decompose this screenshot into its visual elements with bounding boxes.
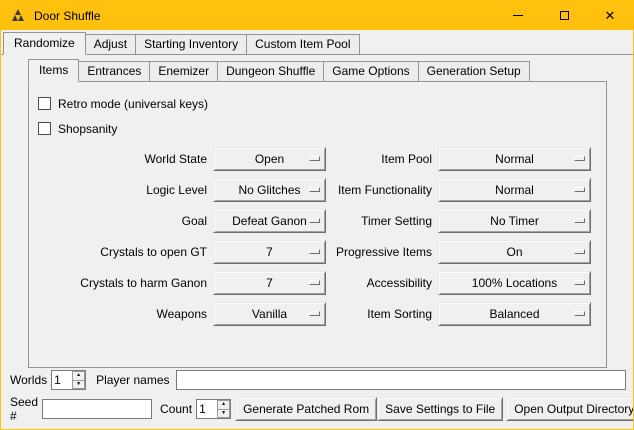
tab-starting-inventory[interactable]: Starting Inventory <box>135 34 247 54</box>
count-spin-up-icon[interactable]: ▲ <box>217 400 230 410</box>
main-tab-bar: Randomize Adjust Starting Inventory Cust… <box>1 32 633 55</box>
count-input[interactable] <box>197 400 217 418</box>
count-spinner: ▲ ▼ <box>196 399 231 419</box>
count-spin-down-icon[interactable]: ▼ <box>217 410 230 419</box>
items-pane: Retro mode (universal keys) Shopsanity W… <box>28 82 607 368</box>
timer-setting-label: Timer Setting <box>332 214 432 228</box>
tab-entrances[interactable]: Entrances <box>78 61 150 81</box>
progressive-items-label: Progressive Items <box>332 245 432 259</box>
generate-patched-rom-button[interactable]: Generate Patched Rom <box>235 397 377 421</box>
close-button[interactable]: ✕ <box>587 1 633 30</box>
weapons-dropdown[interactable]: Vanilla <box>213 302 326 326</box>
goal-label: Goal <box>29 214 207 228</box>
item-functionality-value: Normal <box>495 183 534 197</box>
shopsanity-row: Shopsanity <box>38 116 606 141</box>
crystals-ganon-value: 7 <box>266 276 273 290</box>
app-icon <box>10 8 26 24</box>
progressive-items-dropdown[interactable]: On <box>438 240 591 264</box>
bottom-controls: Worlds ▲ ▼ Player names Seed # Count ▲ ▼ <box>1 370 633 429</box>
dropdown-indicator-icon <box>574 156 585 161</box>
maximize-icon <box>560 11 569 20</box>
save-settings-button[interactable]: Save Settings to File <box>377 397 503 421</box>
item-functionality-label: Item Functionality <box>332 183 432 197</box>
tab-items[interactable]: Items <box>28 59 79 82</box>
crystals-ganon-label: Crystals to harm Ganon <box>29 276 207 290</box>
tab-game-options[interactable]: Game Options <box>323 61 418 81</box>
item-sorting-dropdown[interactable]: Balanced <box>438 302 591 326</box>
item-sorting-label: Item Sorting <box>332 307 432 321</box>
logic-level-value: No Glitches <box>238 183 300 197</box>
item-functionality-dropdown[interactable]: Normal <box>438 178 591 202</box>
dropdown-indicator-icon <box>309 218 320 223</box>
player-names-input[interactable] <box>176 370 627 390</box>
crystals-gt-dropdown[interactable]: 7 <box>213 240 326 264</box>
shopsanity-checkbox[interactable] <box>38 122 51 135</box>
worlds-label: Worlds <box>10 373 47 387</box>
dropdown-indicator-icon <box>309 249 320 254</box>
dropdown-indicator-icon <box>309 156 320 161</box>
dropdown-indicator-icon <box>309 311 320 316</box>
worlds-spinner: ▲ ▼ <box>51 370 86 390</box>
options-grid: World State Open Item Pool Normal Logic … <box>29 147 606 326</box>
seed-input[interactable] <box>42 399 152 419</box>
tab-randomize[interactable]: Randomize <box>3 32 86 55</box>
timer-setting-dropdown[interactable]: No Timer <box>438 209 591 233</box>
goal-dropdown[interactable]: Defeat Ganon <box>213 209 326 233</box>
timer-setting-value: No Timer <box>490 214 539 228</box>
item-pool-value: Normal <box>495 152 534 166</box>
accessibility-value: 100% Locations <box>472 276 557 290</box>
tab-dungeon-shuffle[interactable]: Dungeon Shuffle <box>217 61 324 81</box>
tab-custom-item-pool[interactable]: Custom Item Pool <box>246 34 359 54</box>
dropdown-indicator-icon <box>574 280 585 285</box>
player-names-label: Player names <box>96 373 169 387</box>
door-shuffle-window: Door Shuffle ✕ Randomize Adjust Starting… <box>0 0 634 430</box>
window-title: Door Shuffle <box>34 9 101 23</box>
progressive-items-value: On <box>506 245 522 259</box>
close-icon: ✕ <box>605 9 616 22</box>
minimize-button[interactable] <box>495 1 541 30</box>
title-bar[interactable]: Door Shuffle ✕ <box>1 1 633 30</box>
count-label: Count <box>160 402 192 416</box>
accessibility-dropdown[interactable]: 100% Locations <box>438 271 591 295</box>
world-state-dropdown[interactable]: Open <box>213 147 326 171</box>
world-state-label: World State <box>29 152 207 166</box>
worlds-row: Worlds ▲ ▼ Player names <box>10 370 626 390</box>
tab-adjust[interactable]: Adjust <box>85 34 136 54</box>
maximize-button[interactable] <box>541 1 587 30</box>
item-pool-dropdown[interactable]: Normal <box>438 147 591 171</box>
dropdown-indicator-icon <box>574 187 585 192</box>
crystals-gt-label: Crystals to open GT <box>29 245 207 259</box>
world-state-value: Open <box>255 152 284 166</box>
item-pool-label: Item Pool <box>332 152 432 166</box>
worlds-spin-up-icon[interactable]: ▲ <box>72 371 85 381</box>
weapons-value: Vanilla <box>252 307 287 321</box>
dropdown-indicator-icon <box>309 280 320 285</box>
retro-mode-checkbox[interactable] <box>38 97 51 110</box>
accessibility-label: Accessibility <box>332 276 432 290</box>
dropdown-indicator-icon <box>574 249 585 254</box>
goal-value: Defeat Ganon <box>232 214 307 228</box>
minimize-icon <box>513 15 523 16</box>
tab-enemizer[interactable]: Enemizer <box>149 61 218 81</box>
seed-row: Seed # Count ▲ ▼ Generate Patched Rom Sa… <box>10 395 626 423</box>
shopsanity-label: Shopsanity <box>58 122 117 136</box>
item-sorting-value: Balanced <box>489 307 539 321</box>
retro-mode-row: Retro mode (universal keys) <box>38 91 606 116</box>
crystals-ganon-dropdown[interactable]: 7 <box>213 271 326 295</box>
open-output-directory-button[interactable]: Open Output Directory <box>506 397 634 421</box>
logic-level-dropdown[interactable]: No Glitches <box>213 178 326 202</box>
dropdown-indicator-icon <box>574 311 585 316</box>
retro-mode-label: Retro mode (universal keys) <box>58 97 208 111</box>
logic-level-label: Logic Level <box>29 183 207 197</box>
seed-label: Seed # <box>10 395 38 423</box>
worlds-input[interactable] <box>52 371 72 389</box>
worlds-spin-down-icon[interactable]: ▼ <box>72 381 85 390</box>
weapons-label: Weapons <box>29 307 207 321</box>
tab-generation-setup[interactable]: Generation Setup <box>418 61 530 81</box>
dropdown-indicator-icon <box>574 218 585 223</box>
crystals-gt-value: 7 <box>266 245 273 259</box>
dropdown-indicator-icon <box>309 187 320 192</box>
randomize-page: Items Entrances Enemizer Dungeon Shuffle… <box>28 60 607 368</box>
sub-tab-bar: Items Entrances Enemizer Dungeon Shuffle… <box>28 60 607 82</box>
